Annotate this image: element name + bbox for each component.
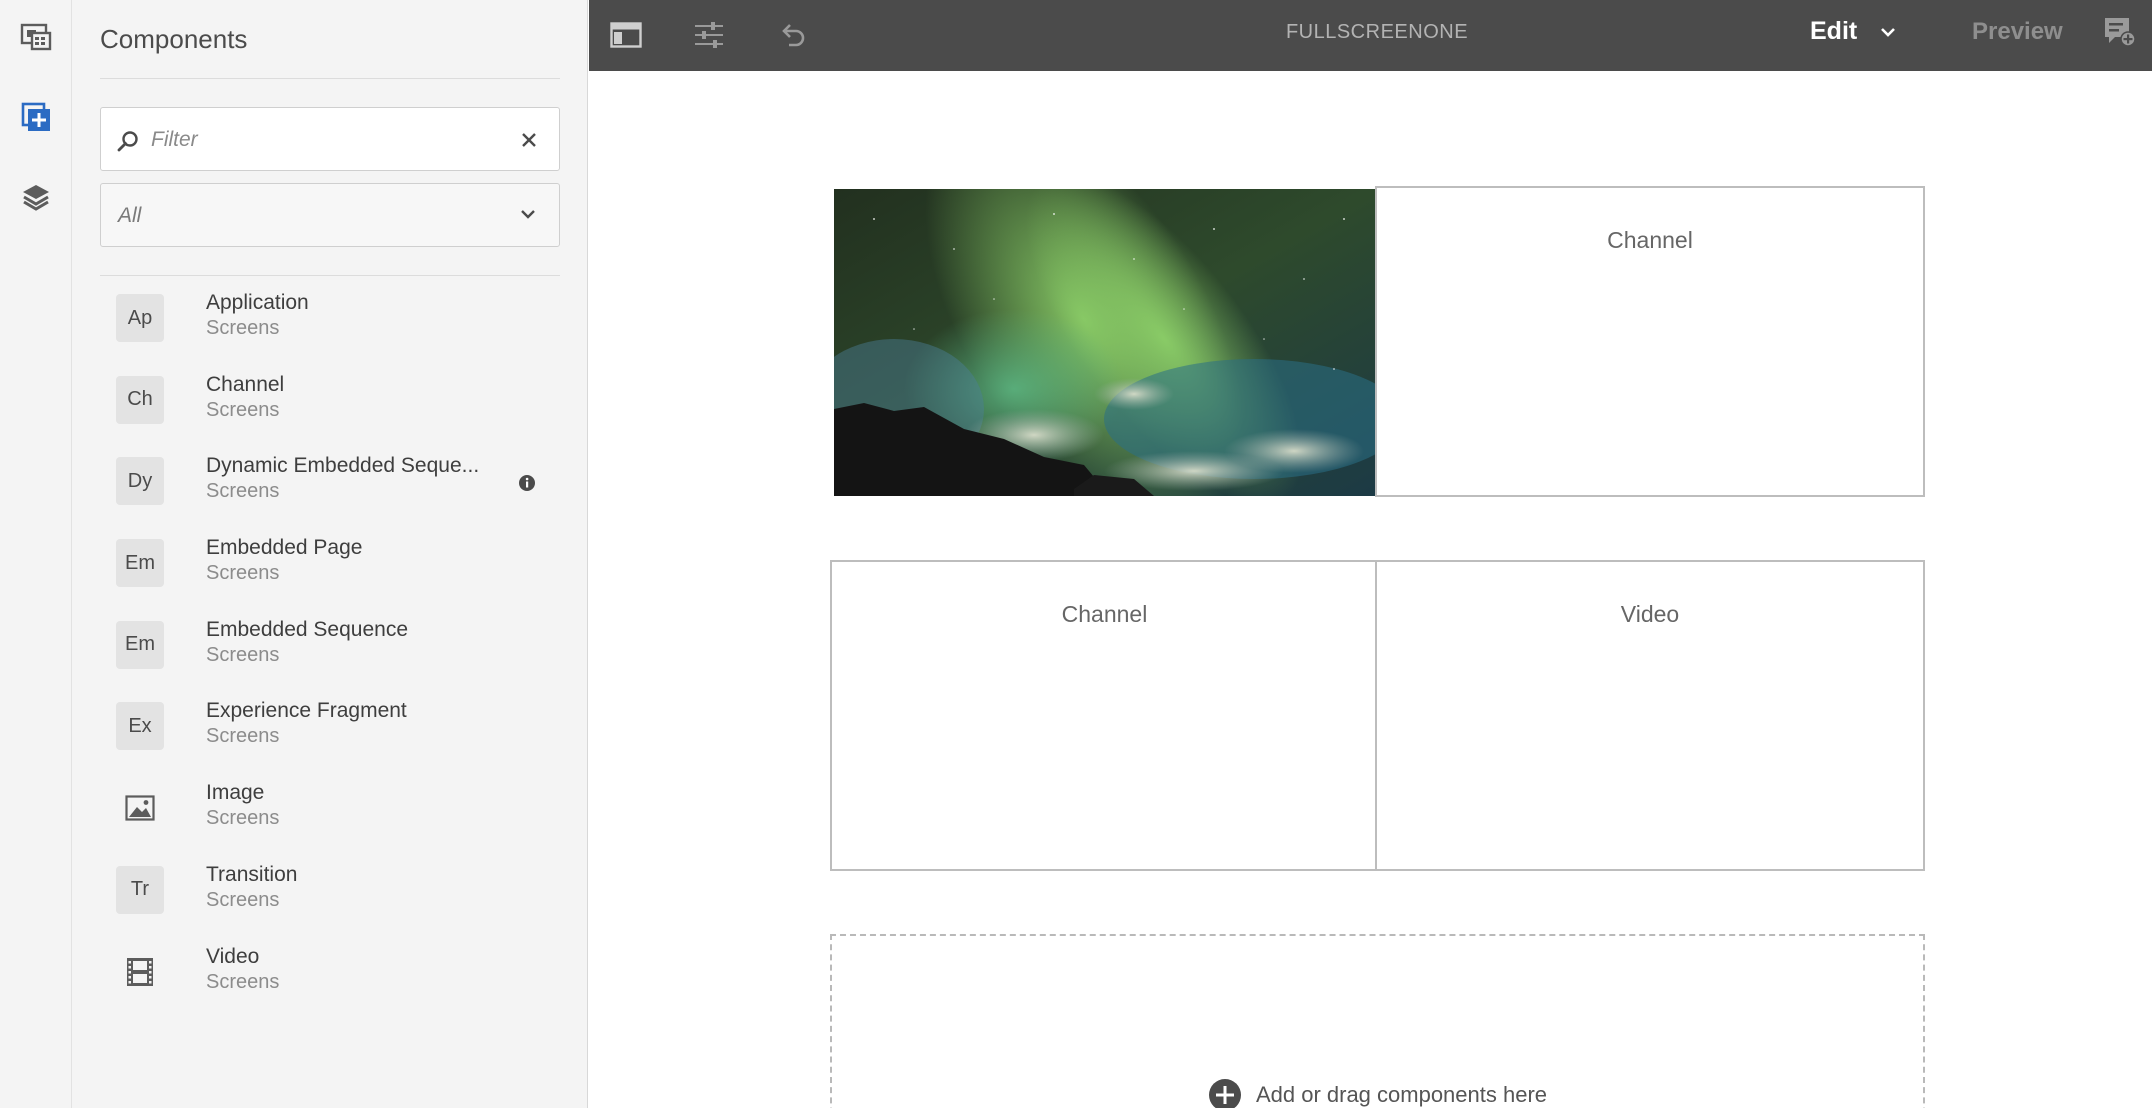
chevron-down-icon[interactable] bbox=[1879, 26, 1897, 38]
component-list: Ap Application Screens Ch Channel Screen… bbox=[72, 277, 588, 1012]
cell-label: Channel bbox=[1061, 601, 1148, 627]
component-group-select[interactable]: All bbox=[100, 183, 560, 247]
add-circle-icon bbox=[1208, 1079, 1241, 1108]
component-group: Screens bbox=[206, 562, 280, 585]
component-badge: Dy bbox=[116, 457, 164, 506]
component-item-experience-fragment[interactable]: Ex Experience Fragment Screens bbox=[72, 685, 588, 767]
component-name: Image bbox=[206, 781, 265, 805]
channel-cell[interactable]: Channel bbox=[1375, 186, 1925, 497]
panel-divider bbox=[100, 78, 560, 79]
component-badge: Ap bbox=[116, 294, 164, 342]
component-name: Video bbox=[206, 944, 260, 968]
component-item-video[interactable]: Video Screens bbox=[72, 931, 588, 1013]
component-badge bbox=[116, 784, 164, 832]
add-component-icon bbox=[21, 102, 50, 131]
component-group: Screens bbox=[206, 725, 280, 748]
film-icon bbox=[127, 957, 153, 986]
component-group: Screens bbox=[206, 970, 280, 993]
component-badge bbox=[116, 948, 164, 996]
cell-label: Channel bbox=[1607, 227, 1693, 253]
undo-icon bbox=[782, 24, 805, 47]
editor-toolbar: FULLSCREENONE Edit Preview bbox=[589, 0, 2152, 71]
side-rail bbox=[0, 0, 72, 1108]
component-name: Application bbox=[206, 291, 309, 314]
side-panel-icon bbox=[610, 22, 642, 48]
clear-icon[interactable] bbox=[521, 132, 537, 148]
component-item-embedded-page[interactable]: Em Embedded Page Screens bbox=[72, 522, 588, 604]
dropzone-prompt: Add or drag components here bbox=[832, 1078, 1923, 1108]
cell-label: Video bbox=[1620, 601, 1680, 627]
component-item-dynamic-embedded-sequence[interactable]: Dy Dynamic Embedded Seque... Screens bbox=[72, 440, 588, 522]
rail-layers-button[interactable] bbox=[0, 161, 72, 233]
component-group: Screens bbox=[206, 888, 280, 911]
component-name: Channel bbox=[206, 372, 285, 396]
toggle-side-panel-button[interactable] bbox=[604, 13, 648, 57]
layers-icon bbox=[23, 185, 49, 211]
rail-screens-button[interactable] bbox=[0, 0, 72, 72]
dropzone-text: Add or drag components here bbox=[1255, 1082, 1548, 1107]
component-name: Embedded Sequence bbox=[206, 617, 408, 641]
component-badge: Tr bbox=[116, 865, 164, 914]
undo-button[interactable] bbox=[770, 13, 814, 57]
component-group: Screens bbox=[206, 480, 280, 503]
component-badge: Em bbox=[116, 539, 164, 588]
component-item-embedded-sequence[interactable]: Em Embedded Sequence Screens bbox=[72, 604, 588, 686]
component-name: Transition bbox=[206, 862, 298, 886]
component-name: Embedded Page bbox=[206, 536, 363, 560]
component-group: Screens bbox=[206, 317, 280, 339]
info-icon[interactable] bbox=[518, 474, 536, 492]
component-group: Screens bbox=[206, 643, 280, 666]
component-name: Experience Fragment bbox=[206, 699, 407, 723]
page-properties-button[interactable] bbox=[687, 13, 731, 57]
component-badge: Ch bbox=[116, 375, 164, 424]
component-group: Screens bbox=[206, 398, 280, 421]
component-item-channel[interactable]: Ch Channel Screens bbox=[72, 359, 588, 441]
screens-icon bbox=[20, 23, 52, 51]
page-name: FULLSCREENONE bbox=[1285, 21, 1469, 43]
preview-button[interactable]: Preview bbox=[1972, 18, 2063, 46]
component-item-application[interactable]: Ap Application Screens bbox=[72, 277, 588, 359]
channel-cell[interactable]: Channel bbox=[830, 560, 1379, 871]
component-dropzone[interactable]: Add or drag components here bbox=[830, 934, 1925, 1108]
components-panel: Components All Ap Application Screens Ch… bbox=[72, 0, 588, 1108]
component-badge: Ex bbox=[116, 702, 164, 751]
video-cell[interactable]: Video bbox=[1375, 560, 1925, 871]
component-group: Screens bbox=[206, 807, 280, 830]
image-icon bbox=[125, 795, 155, 821]
rail-components-button[interactable] bbox=[0, 81, 72, 153]
group-select-value: All bbox=[118, 204, 142, 227]
component-name: Dynamic Embedded Seque... bbox=[206, 454, 480, 478]
component-item-transition[interactable]: Tr Transition Screens bbox=[72, 849, 588, 931]
annotations-icon[interactable] bbox=[2104, 17, 2136, 47]
filter-field[interactable] bbox=[100, 107, 560, 171]
component-badge: Em bbox=[116, 620, 164, 669]
component-item-image[interactable]: Image Screens bbox=[72, 767, 588, 849]
filter-input[interactable] bbox=[151, 120, 491, 160]
sliders-icon bbox=[695, 22, 723, 48]
editor-canvas: Channel Channel Video Add or drag compon… bbox=[589, 71, 2152, 1108]
search-icon bbox=[117, 131, 138, 152]
aurora-image[interactable] bbox=[834, 189, 1375, 496]
chevron-down-icon bbox=[521, 210, 535, 219]
panel-divider bbox=[100, 275, 560, 276]
panel-title: Components bbox=[100, 24, 248, 54]
edit-mode-button[interactable]: Edit bbox=[1810, 17, 1857, 46]
